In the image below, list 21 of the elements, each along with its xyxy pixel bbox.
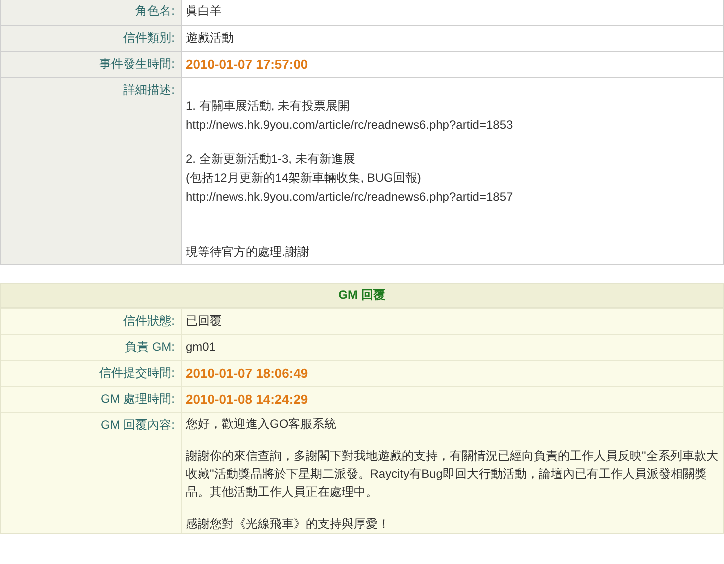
text-line: 現等待官方的處理.謝謝 bbox=[186, 244, 310, 261]
field-value: 眞白羊 bbox=[186, 4, 222, 18]
timestamp: 2010-01-07 17:57:00 bbox=[186, 57, 308, 72]
text-line: 謝謝你的來信查詢，多謝閣下對我地遊戲的支持，有關情況已經向負責的工作人員反映"全系列車款大收藏"活動獎品將於下星期二派發。Raycity有Bug即回大行動活動，論壇內已有工作人員派發相關獎品。其他活動工作人員正在處理中。 bbox=[186, 448, 719, 501]
text-line: 1. 有關車展活動, 未有投票展開 bbox=[186, 98, 352, 115]
field-value: 已回覆 bbox=[186, 314, 222, 328]
timestamp: 2010-01-08 14:24:29 bbox=[186, 392, 308, 407]
section-title: GM 回覆 bbox=[338, 287, 386, 304]
timestamp: 2010-01-07 18:06:49 bbox=[186, 366, 308, 381]
text-line: 您好，歡迎進入GO客服系統 bbox=[186, 416, 338, 433]
text-line: http://news.hk.9you.com/article/rc/readnews6.php?artid=1853 bbox=[186, 117, 514, 134]
field-value: gm01 bbox=[186, 340, 216, 354]
field-label: 詳細描述: bbox=[1, 78, 182, 264]
text-line: http://news.hk.9you.com/article/rc/readnews6.php?artid=1857 bbox=[186, 189, 514, 206]
field-label: 事件發生時間: bbox=[1, 52, 182, 77]
text-line: 感謝您對《光線飛車》的支持與厚愛！ bbox=[186, 516, 391, 533]
field-label: 信件類別: bbox=[1, 26, 182, 51]
field-value: 遊戲活動 bbox=[186, 31, 234, 45]
text-line: 2. 全新更新活動1-3, 未有新進展 bbox=[186, 151, 356, 168]
field-label: 角色名: bbox=[1, 0, 182, 25]
text-line: (包括12月更新的14架新車輛收集, BUG回報) bbox=[186, 170, 422, 187]
